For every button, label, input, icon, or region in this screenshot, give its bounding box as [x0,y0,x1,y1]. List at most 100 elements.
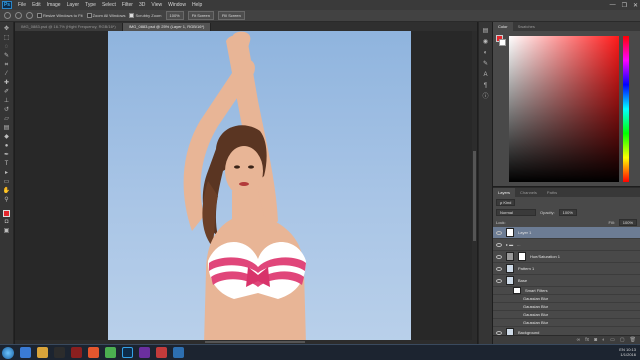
filter-row[interactable]: Gaussian Blur [493,319,640,327]
hue-slider[interactable] [623,36,629,182]
foreground-color-swatch[interactable] [3,210,10,217]
smart-filters-row[interactable]: Smart Filters [493,287,640,295]
explorer-icon[interactable] [20,347,31,358]
hand-tool-icon[interactable]: ✋ [3,188,11,195]
app-icon[interactable] [173,347,184,358]
horizontal-scroll-thumb[interactable] [205,341,305,343]
menu-layer[interactable]: Layer [64,2,83,8]
zoom-tool-icon-side[interactable]: ⚲ [3,197,11,204]
filter-row[interactable]: Gaussian Blur [493,295,640,303]
vertical-scrollbar[interactable] [472,31,477,344]
fill-screen-button[interactable]: Fill Screen [217,11,245,20]
paragraph-panel-icon[interactable]: ¶ [482,83,490,90]
close-icon[interactable]: ✕ [633,2,638,9]
visibility-eye-icon[interactable] [496,278,502,283]
path-select-icon[interactable]: ▸ [3,170,11,177]
canvas-area[interactable] [15,31,477,344]
healing-tool-icon[interactable]: ✚ [3,80,11,87]
zoom-100-button[interactable]: 100% [165,11,184,20]
menu-view[interactable]: View [148,2,165,8]
menu-edit[interactable]: Edit [29,2,44,8]
menu-type[interactable]: Type [82,2,99,8]
menu-help[interactable]: Help [189,2,205,8]
layer-row[interactable]: Hue/Saturation 1 [493,251,640,263]
zoom-all-checkbox[interactable] [86,13,92,19]
trash-icon[interactable]: 🗑 [630,337,636,343]
adjustments-panel-icon[interactable]: ◐ [482,50,490,57]
adjustment-layer-icon[interactable]: ◐ [602,337,605,343]
quick-mask-icon[interactable]: ◘ [3,219,11,226]
chrome-icon[interactable] [105,347,116,358]
scrubby-zoom-option[interactable]: Scrubby Zoom [129,13,162,19]
info-panel-icon[interactable]: ⓘ [482,94,490,101]
resize-windows-checkbox[interactable] [37,13,42,19]
tab-document-2[interactable]: IMG_0883.psd @ 25% (Layer 1, RGB/16*) [122,23,212,31]
dodge-tool-icon[interactable]: ● [3,143,11,150]
tab-channels[interactable]: Channels [515,190,542,195]
tab-layers[interactable]: Layers [493,188,516,197]
layer-row[interactable]: Pattern 1 [493,263,640,275]
stamp-tool-icon[interactable]: ⊥ [3,98,11,105]
menu-3d[interactable]: 3D [136,2,148,8]
visibility-eye-icon[interactable] [496,242,502,247]
properties-panel-icon[interactable]: ◉ [482,39,490,46]
app-icon[interactable] [71,347,82,358]
start-button[interactable] [2,346,14,359]
fx-icon[interactable]: fx [585,337,589,343]
crop-tool-icon[interactable]: ⌗ [3,62,11,69]
layer-row[interactable]: ▸ ▬ ... [493,239,640,251]
visibility-eye-icon[interactable] [496,254,502,259]
add-mask-icon[interactable]: ◙ [594,337,597,343]
new-group-icon[interactable]: ▭ [610,337,615,343]
layer-row[interactable]: Base [493,275,640,287]
photoshop-taskbar-icon[interactable] [122,347,133,358]
visibility-eye-icon[interactable] [496,330,502,335]
color-picker-field[interactable] [509,36,619,182]
shape-tool-icon[interactable]: ▭ [3,179,11,186]
restore-icon[interactable]: ❐ [622,2,627,9]
new-layer-icon[interactable]: ▢ [620,337,625,343]
screen-mode-icon[interactable]: ▣ [3,228,11,235]
eraser-tool-icon[interactable]: ▱ [3,116,11,123]
pen-tool-icon[interactable]: ✒ [3,152,11,159]
menu-window[interactable]: Window [165,2,189,8]
minimize-icon[interactable]: — [610,2,616,8]
opacity-input[interactable]: 100% [558,208,577,216]
filter-row[interactable]: Gaussian Blur [493,303,640,311]
blend-mode-select[interactable]: Normal [496,208,536,216]
character-panel-icon[interactable]: A [482,72,490,79]
menu-file[interactable]: File [15,2,29,8]
zoom-all-option[interactable]: Zoom All Windows [86,13,125,19]
brush-tool-icon[interactable]: ✐ [3,89,11,96]
vertical-scroll-thumb[interactable] [473,151,476,241]
scrubby-zoom-checkbox[interactable] [129,13,135,19]
app-icon[interactable] [156,347,167,358]
zoom-out-icon[interactable] [26,12,33,19]
marquee-tool-icon[interactable]: ⬚ [3,35,11,42]
history-panel-icon[interactable]: ▤ [482,28,490,35]
menu-select[interactable]: Select [99,2,119,8]
fit-screen-button[interactable]: Fit Screen [187,11,214,20]
zoom-in-icon[interactable] [15,12,22,19]
background-color[interactable] [499,39,506,46]
move-tool-icon[interactable]: ✥ [3,26,11,33]
tab-swatches[interactable]: Swatches [513,24,540,29]
menu-filter[interactable]: Filter [119,2,136,8]
folder-icon[interactable] [37,347,48,358]
lasso-tool-icon[interactable]: ◌ [3,44,11,51]
app-icon[interactable] [139,347,150,358]
visibility-eye-icon[interactable] [496,266,502,271]
layer-row[interactable]: Layer 1 [493,227,640,239]
tab-paths[interactable]: Paths [542,190,562,195]
visibility-eye-icon[interactable] [496,230,502,235]
gradient-tool-icon[interactable]: ▤ [3,125,11,132]
eyedropper-tool-icon[interactable]: ⁄ [3,71,11,78]
tab-document-1[interactable]: IMG_0883.psd @ 16.7% (Hight Frequency, R… [15,23,123,31]
filter-row[interactable]: Gaussian Blur [493,311,640,319]
resize-windows-option[interactable]: Resize Windows to Fit [37,13,83,19]
blur-tool-icon[interactable]: ◆ [3,134,11,141]
history-brush-icon[interactable]: ↺ [3,107,11,114]
media-icon[interactable] [54,347,65,358]
zoom-tool-icon[interactable] [4,12,11,19]
menu-image[interactable]: Image [44,2,64,8]
